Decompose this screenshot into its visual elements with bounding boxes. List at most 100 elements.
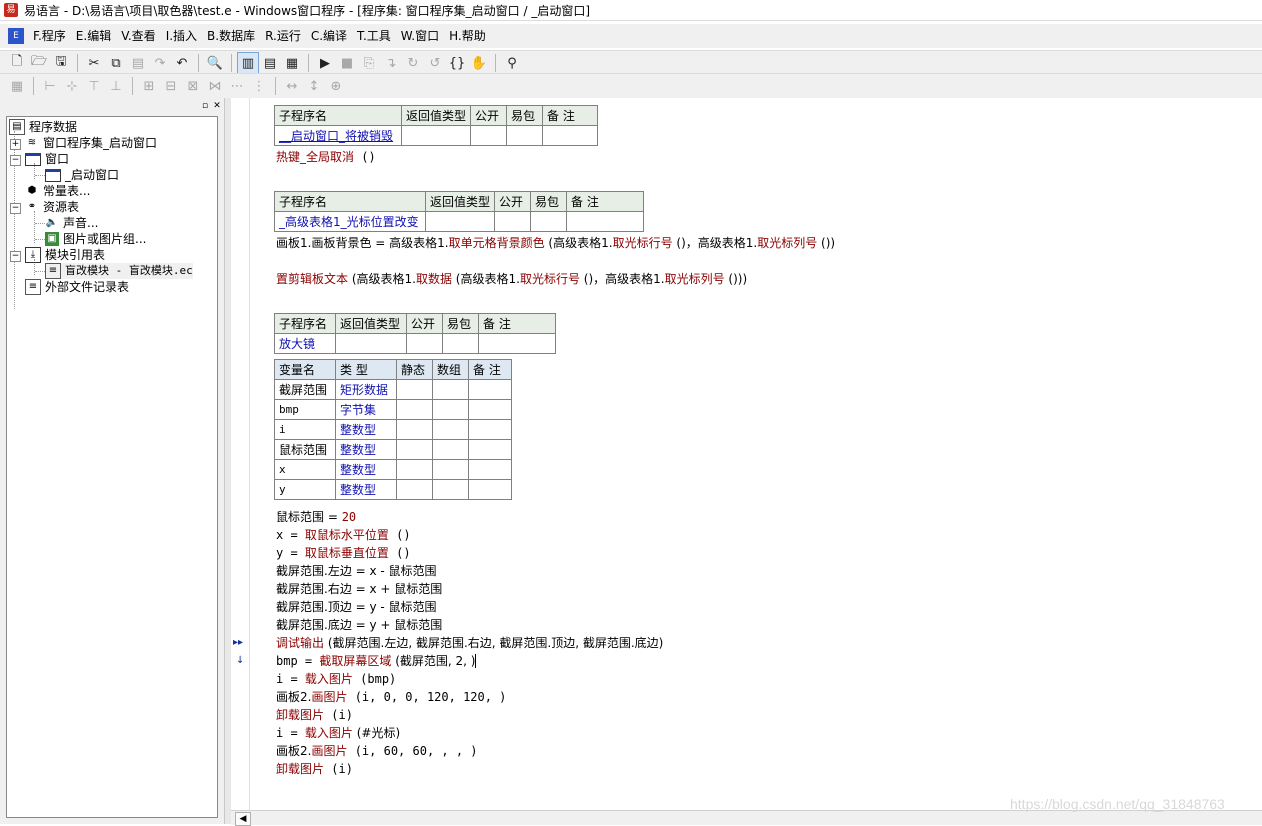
table-row[interactable]: x 整数型 — [274, 459, 512, 480]
new-file-icon[interactable]: 🗋 — [7, 53, 27, 73]
menu-edit[interactable]: E.编辑 — [71, 26, 116, 46]
tree-item-modules[interactable]: ⤓ 模块引用表 — [25, 247, 105, 263]
cell[interactable] — [530, 211, 568, 232]
table-row[interactable]: y 整数型 — [274, 479, 512, 500]
menu-help[interactable]: H.帮助 — [444, 26, 491, 46]
code-line[interactable]: 截屏范围.左边 = x - 鼠标范围 — [276, 562, 437, 580]
cut-icon[interactable]: ✂ — [84, 53, 104, 73]
tree-item-windows[interactable]: 窗口 — [25, 151, 69, 167]
code-line[interactable]: 卸载图片 (i) — [276, 706, 353, 724]
cell[interactable] — [478, 333, 556, 354]
cell[interactable] — [506, 125, 544, 146]
code-line[interactable]: 画板2.画图片 (i, 0, 0, 120, 120, ) — [276, 688, 506, 706]
step-out-icon[interactable]: ↺ — [425, 53, 445, 73]
cell[interactable] — [442, 333, 479, 354]
align-grid-icon[interactable]: ▦ — [7, 76, 27, 96]
code-line[interactable]: x = 取鼠标水平位置 () — [276, 526, 411, 544]
find-icon[interactable]: 🔍 — [205, 53, 225, 73]
paste-icon[interactable]: ▤ — [128, 53, 148, 73]
editor-gutter[interactable] — [231, 98, 250, 810]
menu-window[interactable]: W.窗口 — [396, 26, 444, 46]
tree-item-external-files[interactable]: ≡ 外部文件记录表 — [25, 279, 129, 295]
cell[interactable] — [542, 125, 599, 146]
collapse-icon[interactable]: − — [10, 155, 21, 166]
close-icon[interactable]: ✕ — [212, 101, 222, 111]
var-type[interactable]: 矩形数据 — [335, 379, 397, 400]
menu-compile[interactable]: C.编译 — [306, 26, 352, 46]
same-size-icon[interactable]: ⊠ — [183, 76, 203, 96]
cell[interactable] — [406, 333, 443, 354]
var-type[interactable]: 整数型 — [335, 439, 397, 460]
tree-item-module-file[interactable]: ≡ 盲改模块 - 盲改模块.ec — [45, 263, 193, 279]
hand-icon[interactable]: ✋ — [469, 53, 489, 73]
menu-database[interactable]: B.数据库 — [202, 26, 260, 46]
subroutine-name[interactable]: __启动窗口_将被销毁 — [274, 125, 402, 146]
restore-icon[interactable]: ▫ — [200, 101, 210, 111]
tree-item-window-set[interactable]: ≋ 窗口程序集_启动窗口 — [25, 135, 157, 151]
tree-item-constants[interactable]: ⬢ 常量表... — [25, 183, 91, 199]
align-left-icon[interactable]: ⊢ — [40, 76, 60, 96]
same-width-icon[interactable]: ⊞ — [139, 76, 159, 96]
code-line[interactable]: 截屏范围.顶边 = y - 鼠标范围 — [276, 598, 437, 616]
center-vertical-icon[interactable]: ↕ — [304, 76, 324, 96]
table-row[interactable]: i 整数型 — [274, 419, 512, 440]
tree-item-resources[interactable]: ⚭ 资源表 — [25, 199, 79, 215]
code-line[interactable]: 画板2.画图片 (i, 60, 60, , , ) — [276, 742, 478, 760]
cell[interactable] — [566, 211, 645, 232]
var-name[interactable]: 鼠标范围 — [274, 439, 336, 460]
subroutine-name[interactable]: _高级表格1_光标位置改变 — [274, 211, 426, 232]
horizontal-scrollbar[interactable]: ◀ — [231, 810, 1262, 826]
var-type[interactable]: 整数型 — [335, 479, 397, 500]
var-name[interactable]: y — [274, 479, 336, 500]
var-type[interactable]: 整数型 — [335, 419, 397, 440]
open-folder-icon[interactable]: 🗁 — [29, 53, 49, 73]
center-both-icon[interactable]: ⊕ — [326, 76, 346, 96]
menu-run[interactable]: R.运行 — [260, 26, 306, 46]
table-row[interactable]: bmp 字节集 — [274, 399, 512, 420]
expand-icon[interactable]: + — [10, 139, 21, 150]
tree-item-sound[interactable]: 🔈 声音... — [45, 215, 99, 231]
run-icon[interactable]: ▶ — [315, 53, 335, 73]
center-horizontal-icon[interactable]: ↔ — [282, 76, 302, 96]
step-over-icon[interactable]: ↻ — [403, 53, 423, 73]
tree-item-images[interactable]: ▣ 图片或图片组... — [45, 231, 146, 247]
collapse-icon[interactable]: − — [10, 203, 21, 214]
var-type[interactable]: 整数型 — [335, 459, 397, 480]
menu-view[interactable]: V.查看 — [116, 26, 160, 46]
document-icon[interactable]: E — [8, 28, 24, 44]
code-line[interactable]: 卸载图片 (i) — [276, 760, 353, 778]
code-line[interactable]: i = 载入图片 (bmp) — [276, 670, 396, 688]
collapse-icon[interactable]: − — [10, 251, 21, 262]
cell[interactable] — [400, 125, 472, 146]
undo-icon[interactable]: ↶ — [172, 53, 192, 73]
var-type[interactable]: 字节集 — [335, 399, 397, 420]
code-line[interactable]: i = 载入图片 (#光标) — [276, 724, 400, 742]
space-even-icon[interactable]: ⋮ — [249, 76, 269, 96]
align-center-icon[interactable]: ⊹ — [62, 76, 82, 96]
code-line[interactable]: 鼠标范围 = 20 — [276, 508, 356, 526]
menu-tools[interactable]: T.工具 — [352, 26, 396, 46]
subroutine-name[interactable]: 放大镜 — [274, 333, 336, 354]
code-line[interactable]: 截屏范围.底边 = y + 鼠标范围 — [276, 616, 442, 634]
save-icon[interactable]: 🖫 — [51, 53, 71, 73]
layout-left-icon[interactable]: ▥ — [237, 52, 259, 74]
cell[interactable] — [335, 333, 407, 354]
code-line[interactable]: y = 取鼠标垂直位置 () — [276, 544, 411, 562]
table-row[interactable]: 截屏范围 矩形数据 — [274, 379, 512, 400]
redo-icon[interactable]: ↷ — [150, 53, 170, 73]
tree-item-start-window[interactable]: _启动窗口 — [45, 167, 119, 183]
code-line[interactable]: 截屏范围.右边 = x + 鼠标范围 — [276, 580, 442, 598]
space-horizontal-icon[interactable]: ⋈ — [205, 76, 225, 96]
binoculars-icon[interactable]: ⚲ — [502, 53, 522, 73]
menu-program[interactable]: F.程序 — [28, 26, 71, 46]
step-into-icon[interactable]: ↴ — [381, 53, 401, 73]
braces-icon[interactable]: {} — [447, 53, 467, 73]
var-name[interactable]: x — [274, 459, 336, 480]
code-line[interactable]: 画板1.画板背景色 = 高级表格1.取单元格背景颜色 (高级表格1.取光标行号 … — [276, 234, 835, 252]
project-tree[interactable]: ▤ 程序数据 + ≋ 窗口程序集_启动窗口 − 窗口 _启动窗口 ⬢ 常量表..… — [6, 116, 218, 818]
cell[interactable] — [424, 211, 496, 232]
code-line[interactable]: 热键_全局取消 () — [276, 148, 376, 166]
cell[interactable] — [494, 211, 532, 232]
stop-icon[interactable]: ■ — [337, 53, 357, 73]
align-bottom-icon[interactable]: ⊥ — [106, 76, 126, 96]
